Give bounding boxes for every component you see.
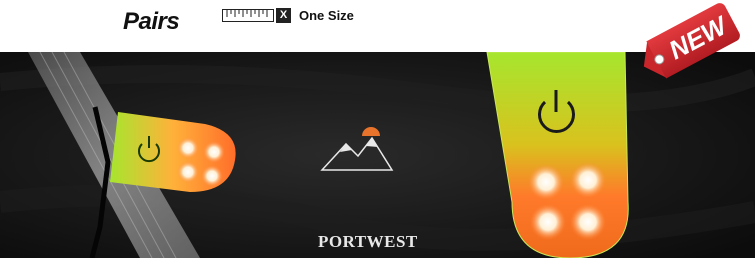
product-photo: PORTWEST: [0, 52, 755, 258]
pairs-title: Pairs: [123, 8, 180, 35]
size-info: X One Size: [222, 6, 354, 24]
size-label: One Size: [299, 7, 354, 23]
photo-scene: [0, 52, 755, 258]
size-badge: X: [276, 7, 291, 23]
ruler-icon: [222, 8, 274, 22]
brand-logo-text: PORTWEST: [318, 232, 418, 251]
